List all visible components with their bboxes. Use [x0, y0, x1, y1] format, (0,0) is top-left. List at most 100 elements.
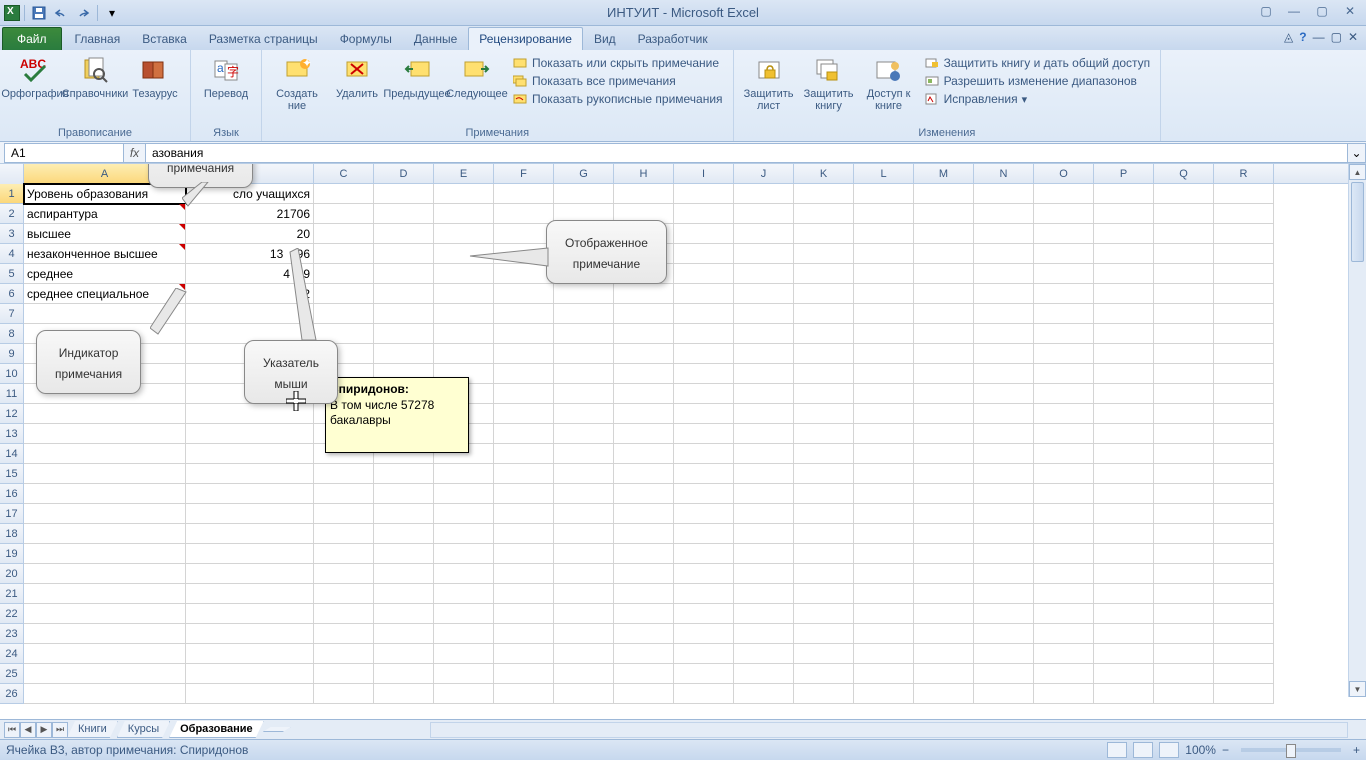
cell[interactable] — [794, 564, 854, 584]
next-comment-button[interactable]: Следующее — [448, 52, 506, 100]
cell[interactable] — [974, 424, 1034, 444]
cell[interactable] — [674, 424, 734, 444]
cell[interactable] — [434, 344, 494, 364]
column-header[interactable]: L — [854, 164, 914, 184]
row-header[interactable]: 4 — [0, 244, 24, 264]
spreadsheet-grid[interactable]: ABCDEFGHIJKLMNOPQR 1Уровень образованияс… — [0, 164, 1366, 719]
cell[interactable] — [1094, 564, 1154, 584]
normal-view-button[interactable] — [1107, 742, 1127, 758]
cell[interactable] — [1034, 284, 1094, 304]
cell[interactable] — [24, 524, 186, 544]
row-header[interactable]: 25 — [0, 664, 24, 684]
cell[interactable] — [854, 504, 914, 524]
cell[interactable] — [914, 484, 974, 504]
cell[interactable] — [674, 264, 734, 284]
vertical-scrollbar[interactable]: ▲ ▼ — [1348, 164, 1366, 697]
sheet-tab-active[interactable]: Образование — [169, 721, 264, 738]
cell[interactable] — [314, 524, 374, 544]
cell[interactable] — [674, 324, 734, 344]
row-header[interactable]: 11 — [0, 384, 24, 404]
cell[interactable] — [1214, 304, 1274, 324]
cell[interactable] — [24, 644, 186, 664]
cell[interactable] — [494, 544, 554, 564]
cell[interactable] — [374, 264, 434, 284]
cell[interactable] — [854, 464, 914, 484]
cell[interactable] — [794, 304, 854, 324]
cell[interactable] — [1034, 664, 1094, 684]
cell[interactable] — [914, 624, 974, 644]
row-header[interactable]: 21 — [0, 584, 24, 604]
column-header[interactable]: N — [974, 164, 1034, 184]
cell[interactable] — [734, 184, 794, 204]
delete-comment-button[interactable]: Удалить — [328, 52, 386, 100]
cell[interactable] — [794, 424, 854, 444]
cell[interactable] — [554, 584, 614, 604]
cell[interactable] — [434, 644, 494, 664]
cell[interactable] — [434, 664, 494, 684]
cell[interactable] — [674, 224, 734, 244]
row-header[interactable]: 24 — [0, 644, 24, 664]
cell[interactable] — [24, 484, 186, 504]
tab-formulas[interactable]: Формулы — [329, 27, 403, 50]
cell[interactable] — [314, 484, 374, 504]
cell[interactable] — [854, 284, 914, 304]
cell[interactable] — [1034, 224, 1094, 244]
cell[interactable] — [434, 284, 494, 304]
cell[interactable] — [494, 184, 554, 204]
cell[interactable] — [374, 284, 434, 304]
cell[interactable] — [1214, 224, 1274, 244]
cell[interactable] — [186, 464, 314, 484]
cell[interactable] — [794, 484, 854, 504]
cell[interactable] — [1034, 504, 1094, 524]
cell[interactable] — [614, 404, 674, 424]
cell[interactable] — [734, 584, 794, 604]
spelling-button[interactable]: ABCОрфография — [6, 52, 64, 100]
cell[interactable] — [434, 524, 494, 544]
cell[interactable] — [1094, 624, 1154, 644]
cell[interactable] — [734, 424, 794, 444]
cell[interactable] — [614, 384, 674, 404]
tab-review[interactable]: Рецензирование — [468, 27, 583, 50]
cell[interactable] — [974, 464, 1034, 484]
cell[interactable] — [494, 684, 554, 704]
cell[interactable] — [614, 464, 674, 484]
cell[interactable] — [1214, 664, 1274, 684]
cell[interactable] — [674, 364, 734, 384]
cell[interactable] — [434, 684, 494, 704]
cell[interactable] — [1154, 304, 1214, 324]
cell[interactable] — [1214, 244, 1274, 264]
cell[interactable] — [1214, 204, 1274, 224]
cell[interactable] — [914, 544, 974, 564]
scroll-up-button[interactable]: ▲ — [1349, 164, 1366, 180]
cell[interactable] — [854, 184, 914, 204]
cell[interactable] — [494, 324, 554, 344]
cell[interactable] — [614, 284, 674, 304]
select-all-corner[interactable] — [0, 164, 24, 184]
cell[interactable] — [494, 424, 554, 444]
cell[interactable] — [854, 364, 914, 384]
cell[interactable] — [734, 304, 794, 324]
cell[interactable] — [974, 384, 1034, 404]
cell[interactable] — [794, 524, 854, 544]
cell[interactable] — [1094, 284, 1154, 304]
cell[interactable]: аспирантура — [24, 204, 186, 224]
cell[interactable] — [614, 344, 674, 364]
cell[interactable] — [314, 624, 374, 644]
cell[interactable] — [1034, 464, 1094, 484]
cell[interactable] — [314, 544, 374, 564]
cell[interactable] — [794, 324, 854, 344]
cell[interactable] — [1154, 244, 1214, 264]
sheet-last-button[interactable]: ⏭ — [52, 722, 68, 738]
cell[interactable] — [914, 644, 974, 664]
cell[interactable] — [1214, 404, 1274, 424]
cell[interactable] — [186, 564, 314, 584]
tab-file[interactable]: Файл — [2, 27, 62, 50]
cell[interactable] — [1094, 444, 1154, 464]
cell[interactable] — [974, 344, 1034, 364]
cell[interactable] — [914, 684, 974, 704]
column-header[interactable]: Q — [1154, 164, 1214, 184]
cell[interactable] — [434, 484, 494, 504]
maximize-button[interactable]: ▢ — [1310, 2, 1334, 20]
cell[interactable] — [24, 604, 186, 624]
sheet-tab[interactable]: Книги — [67, 721, 118, 738]
